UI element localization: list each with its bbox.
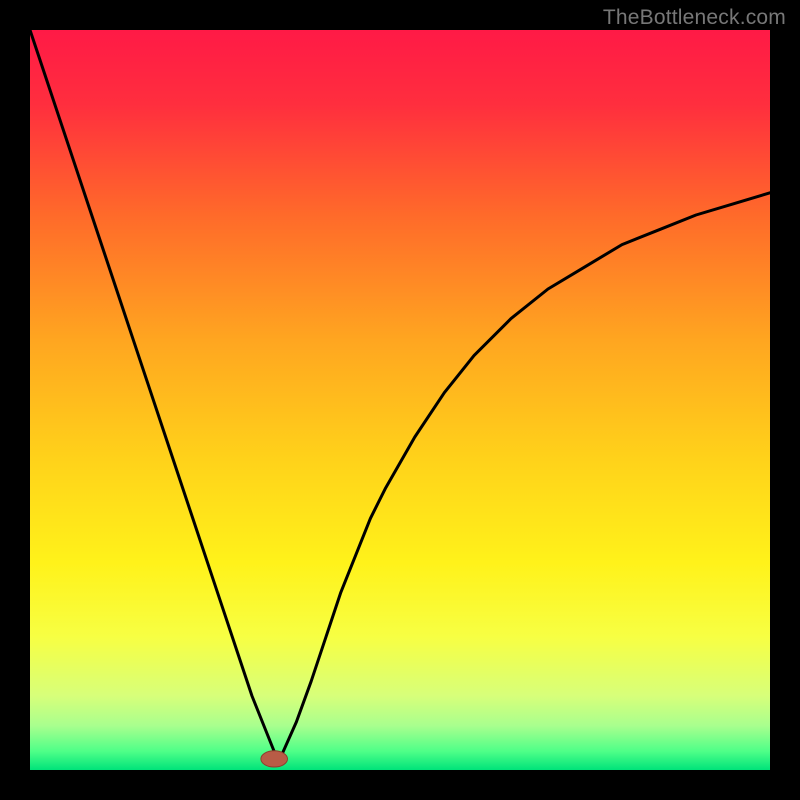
gradient-background — [30, 30, 770, 770]
minimum-marker — [261, 751, 288, 767]
watermark-label: TheBottleneck.com — [603, 6, 786, 30]
plot-svg — [30, 30, 770, 770]
chart-frame: TheBottleneck.com — [0, 0, 800, 800]
plot-area — [30, 30, 770, 770]
